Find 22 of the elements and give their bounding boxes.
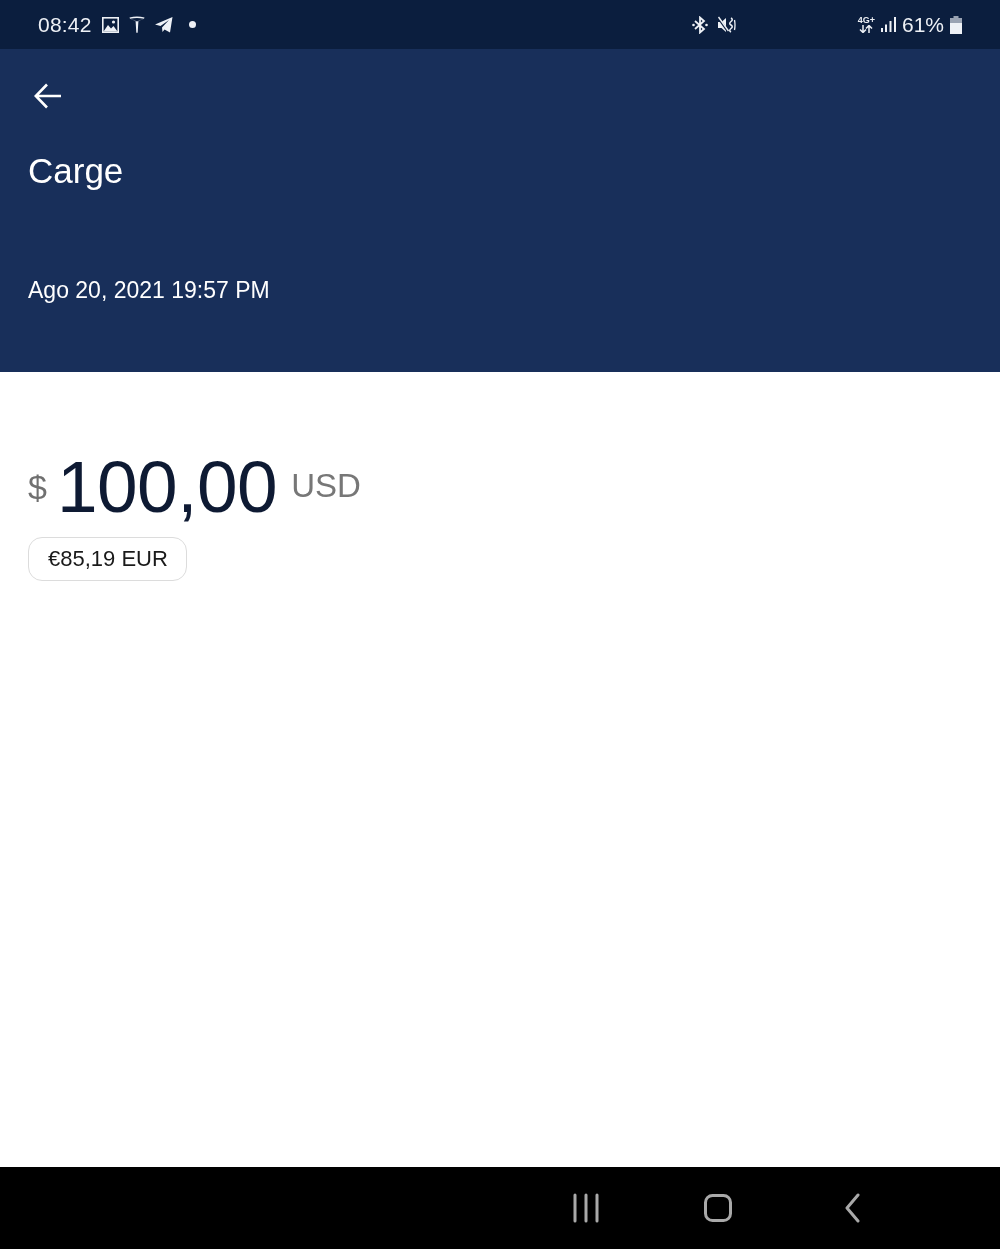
vibrate-mute-icon [716, 15, 736, 34]
back-arrow-icon [34, 83, 62, 109]
network-label: 4G+ [857, 16, 875, 25]
battery-icon [950, 15, 962, 34]
recent-apps-icon[interactable] [572, 1193, 600, 1223]
home-icon[interactable] [704, 1193, 732, 1223]
amount-value: 100,00 [56, 450, 278, 523]
bluetooth-icon [691, 15, 708, 34]
image-icon [101, 16, 119, 33]
currency-code: USD [291, 469, 361, 502]
converted-amount: €85,19 EUR [28, 537, 187, 582]
data-arrows-icon [859, 25, 874, 33]
transaction-date: Ago 20, 2021 19:57 PM [28, 277, 271, 305]
dot-icon [188, 21, 196, 28]
back-button[interactable] [34, 83, 62, 109]
t-logo-icon [128, 16, 145, 33]
clock-time: 08:42 [38, 12, 92, 37]
paper-plane-icon [154, 16, 173, 33]
page-title: Carge [28, 150, 125, 192]
signal-icon [880, 17, 896, 32]
battery-percent: 61% [901, 12, 944, 37]
currency-symbol: $ [28, 470, 47, 504]
